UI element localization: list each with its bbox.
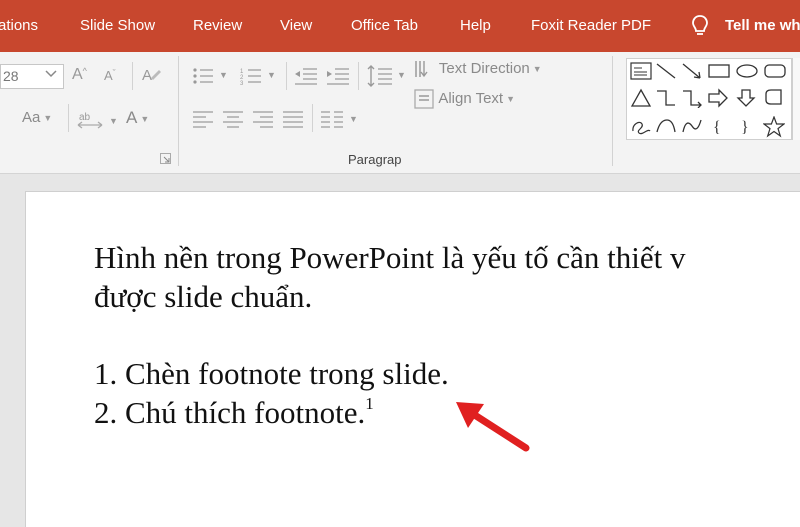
columns-icon[interactable] [320,110,344,128]
chevron-down-icon[interactable]: ▼ [106,112,118,129]
chevron-down-icon [45,70,57,78]
tab-slide-show[interactable]: Slide Show [80,17,155,34]
divider [312,104,313,132]
increase-font-size-icon[interactable]: A^ [72,66,87,84]
increase-indent-icon[interactable] [326,66,350,86]
align-right-icon[interactable] [252,110,274,128]
right-arrow-icon[interactable] [707,88,729,108]
freeform-icon[interactable] [630,116,652,136]
font-size-dropdown[interactable]: 28 [0,64,64,89]
dialog-launcher-icon[interactable] [160,153,171,164]
down-arrow-icon[interactable] [735,88,757,108]
decrease-indent-icon[interactable] [294,66,318,86]
text-direction-label: Text Direction [438,59,530,77]
align-text-label: Align Text [438,89,504,107]
chevron-down-icon[interactable]: ▼ [216,66,228,83]
flowchart-icon[interactable] [763,88,785,108]
footnote-marker[interactable]: 1 [365,394,374,413]
bullets-icon[interactable] [192,66,214,86]
shapes-gallery-scroll[interactable] [792,58,800,140]
svg-text:}: } [741,119,749,136]
chevron-down-icon: ▼ [43,113,53,124]
tell-me-search[interactable]: Tell me wh [725,17,800,34]
text-direction-icon [415,61,428,78]
chevron-down-icon[interactable]: ▼ [346,110,358,127]
tab-office-tab[interactable]: Office Tab [351,17,418,34]
numbering-icon[interactable]: 1 2 3 [240,66,262,86]
clear-formatting-icon[interactable]: A [140,64,162,86]
ribbon: 28 A^ Aˇ A - Aa▼ ab ▼ A▼ ▼ 1 2 3 ▼ [0,52,800,174]
arrow-line-icon[interactable] [681,62,703,80]
tab-foxit-reader-pdf[interactable]: Foxit Reader PDF [531,17,651,34]
align-text-button[interactable]: Align Text ▼ [413,88,515,110]
divider [132,62,133,90]
decrease-font-size-icon[interactable]: Aˇ [104,68,116,83]
line-spacing-icon[interactable] [367,64,393,88]
tab-review[interactable]: Review [193,17,242,34]
tab-help[interactable]: Help [460,17,491,34]
slide-text-line-1[interactable]: Hình nền trong PowerPoint là yếu tố cần … [94,242,685,273]
tab-animations[interactable]: ations [0,17,38,34]
change-case-label: Aa [22,109,41,126]
svg-text:3: 3 [240,81,244,86]
left-brace-icon[interactable]: { [709,116,727,136]
slide-list-item-2-text: 2. Chú thích footnote. [94,395,366,430]
text-direction-button[interactable]: Text Direction ▼ [413,58,542,80]
justify-icon[interactable] [282,110,304,128]
arc-icon[interactable] [655,116,677,136]
align-left-icon[interactable] [192,110,214,128]
elbow-connector-icon[interactable] [655,88,677,108]
text-box-icon[interactable] [630,62,652,80]
curved-connector-icon[interactable] [681,88,703,108]
font-color-icon[interactable]: A ▼ [126,108,149,128]
chevron-down-icon[interactable]: ▼ [394,66,406,83]
svg-text:ab: ab [79,112,91,123]
group-divider [612,56,613,166]
group-divider [178,56,179,166]
lightbulb-icon[interactable] [690,14,710,38]
curve-icon[interactable] [681,116,703,136]
slide-workspace [0,174,800,527]
rounded-rectangle-icon[interactable] [763,62,787,80]
character-spacing-icon[interactable]: ab [77,108,103,130]
slide-list-item-2[interactable]: 2. Chú thích footnote.1 [94,394,374,430]
font-size-value: 28 [3,68,19,84]
slide-list-item-1[interactable]: 1. Chèn footnote trong slide. [94,358,449,389]
chevron-down-icon: ▼ [506,94,516,104]
slide-text-line-2[interactable]: được slide chuẩn. [94,281,312,312]
divider [68,104,69,132]
align-text-icon [414,89,434,109]
rectangle-icon[interactable] [707,62,731,80]
triangle-icon[interactable] [630,88,652,108]
tab-view[interactable]: View [280,17,312,34]
right-brace-icon[interactable]: } [737,116,755,136]
oval-icon[interactable] [735,62,759,80]
shapes-gallery: { } [626,58,792,140]
line-icon[interactable] [655,62,677,80]
paragraph-group-label: Paragrap [348,152,402,167]
svg-text:A: A [142,67,152,84]
svg-text:{: { [713,119,721,136]
star-icon[interactable] [763,116,785,138]
chevron-down-icon[interactable]: ▼ [264,66,276,83]
divider [358,62,359,90]
divider [286,62,287,90]
chevron-down-icon: ▼ [532,64,542,74]
annotation-arrow-icon [456,402,530,452]
change-case-button[interactable]: Aa ▼ [22,109,52,126]
menu-bar: ations Slide Show Review View Office Tab… [0,0,800,52]
align-center-icon[interactable] [222,110,244,128]
